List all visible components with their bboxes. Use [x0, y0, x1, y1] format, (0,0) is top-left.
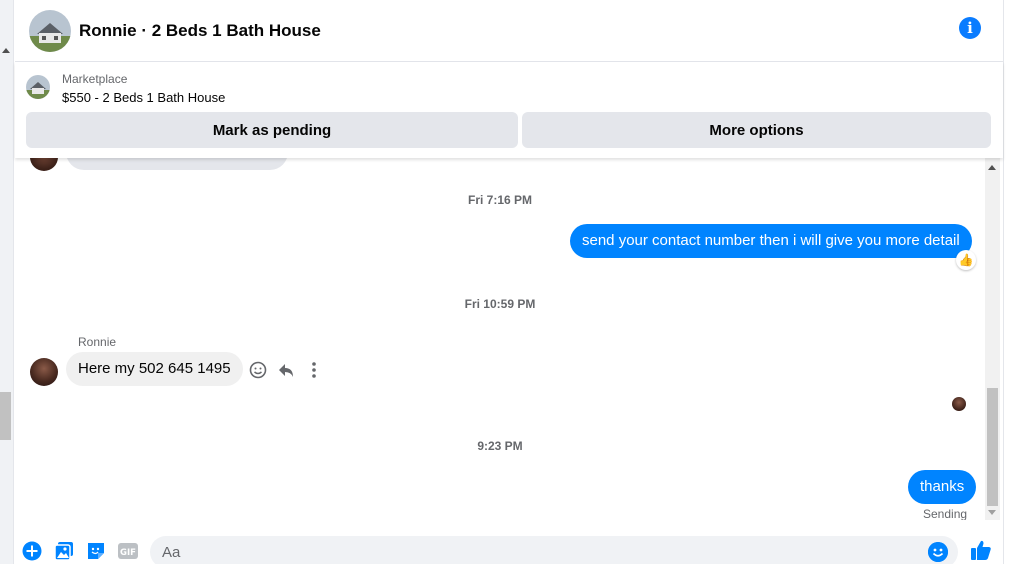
page-scrollbar-thumb[interactable] — [0, 392, 11, 440]
more-options-button[interactable]: More options — [522, 112, 991, 148]
message-status: Sending — [923, 507, 968, 520]
marketplace-panel: Marketplace $550 - 2 Beds 1 Bath House M… — [15, 62, 1003, 158]
scrollbar-thumb[interactable] — [987, 388, 998, 506]
message-input[interactable] — [162, 542, 902, 562]
sender-name: Ronnie — [78, 335, 117, 349]
messages-scrollbar[interactable] — [985, 158, 1000, 520]
page-right-edge — [1003, 0, 1020, 564]
scroll-up-arrow[interactable] — [988, 165, 996, 170]
message-timestamp: Fri 7:16 PM — [467, 193, 533, 207]
partial-message-bubble — [66, 158, 288, 170]
outgoing-message-bubble[interactable]: thanks — [908, 470, 977, 504]
reply-icon[interactable] — [274, 358, 298, 382]
gif-icon[interactable]: GIF — [118, 541, 138, 561]
chat-window: Ronnie · 2 Beds 1 Bath House i Marketpla… — [15, 0, 1003, 564]
sticker-icon[interactable] — [86, 541, 106, 561]
gif-label: GIF — [120, 548, 136, 558]
more-actions-icon[interactable] — [302, 358, 326, 382]
read-receipt-avatar — [952, 397, 966, 411]
avatar — [30, 158, 58, 171]
incoming-message-bubble[interactable]: Here my 502 645 1495 — [66, 352, 243, 386]
plus-icon[interactable] — [22, 541, 42, 561]
thumbs-up-reaction-icon[interactable]: 👍 — [956, 250, 976, 270]
page-scroll-up-arrow[interactable] — [2, 48, 10, 53]
info-icon[interactable]: i — [959, 17, 981, 39]
listing-thumbnail[interactable] — [26, 75, 50, 99]
avatar[interactable] — [30, 358, 58, 386]
photo-icon[interactable] — [54, 541, 74, 561]
listing-title[interactable]: $550 - 2 Beds 1 Bath House — [62, 90, 225, 105]
marketplace-label: Marketplace — [62, 72, 128, 86]
message-composer: GIF — [15, 530, 1003, 564]
react-emoji-icon[interactable] — [246, 358, 270, 382]
chat-header: Ronnie · 2 Beds 1 Bath House i — [15, 0, 1003, 62]
page-left-gutter — [0, 0, 14, 564]
house-photo-avatar[interactable] — [29, 10, 71, 52]
outgoing-message-bubble[interactable]: send your contact number then i will giv… — [570, 224, 972, 258]
message-timestamp: Fri 10:59 PM — [464, 297, 536, 311]
scroll-down-arrow[interactable] — [988, 510, 996, 515]
chat-title[interactable]: Ronnie · 2 Beds 1 Bath House — [79, 21, 321, 41]
message-list: Fri 7:16 PM send your contact number the… — [15, 158, 1003, 520]
message-input-wrapper[interactable] — [150, 536, 958, 564]
thumbs-up-icon[interactable] — [970, 539, 992, 561]
emoji-icon[interactable] — [928, 542, 948, 562]
mark-as-pending-button[interactable]: Mark as pending — [26, 112, 518, 148]
message-timestamp: 9:23 PM — [477, 439, 523, 453]
